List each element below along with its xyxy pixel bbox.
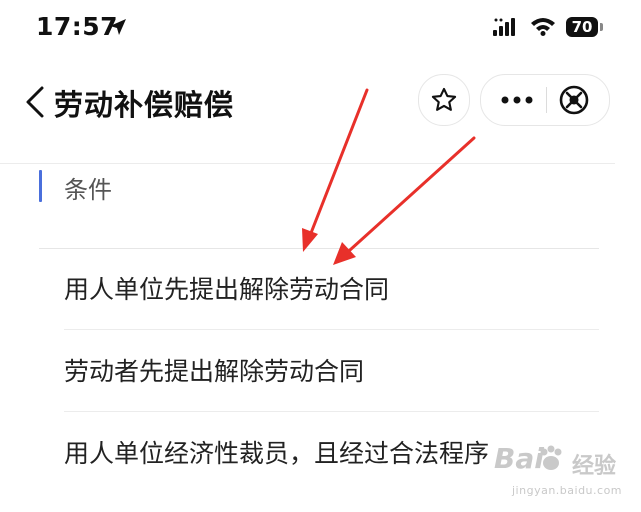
watermark-url: jingyan.baidu.com <box>512 484 623 497</box>
option-item-employee-terminates[interactable]: 劳动者先提出解除劳动合同 <box>64 352 494 392</box>
battery-level: 70 <box>571 18 593 36</box>
battery-indicator: 70 <box>566 17 598 37</box>
status-bar: 17:57 70 <box>0 0 641 60</box>
capsule-divider <box>546 87 547 113</box>
option-item-employer-terminates[interactable]: 用人单位先提出解除劳动合同 <box>64 270 494 310</box>
baidu-jingyan-watermark: Bai 经验 jingyan.baidu.com <box>488 438 628 508</box>
more-dots-icon <box>501 96 533 104</box>
location-arrow-icon <box>110 19 126 35</box>
section-divider <box>39 248 599 249</box>
nav-bar: 劳动补偿赔偿 <box>0 62 641 142</box>
header-divider <box>0 163 615 164</box>
close-circle-icon <box>559 85 589 115</box>
miniprogram-capsule <box>480 74 610 126</box>
cellular-signal-icon <box>493 18 515 36</box>
option-label: 劳动者先提出解除劳动合同 <box>64 357 365 386</box>
section-accent-bar <box>39 170 42 202</box>
back-button[interactable] <box>22 82 48 122</box>
chevron-left-icon <box>26 86 44 118</box>
close-button[interactable] <box>557 83 591 117</box>
page-title: 劳动补偿赔偿 <box>54 88 235 122</box>
favorite-button[interactable] <box>418 74 470 126</box>
annotation-arrow-2 <box>333 136 476 265</box>
option-divider <box>64 329 599 330</box>
more-button[interactable] <box>497 85 537 115</box>
watermark-suffix: 经验 <box>572 454 617 479</box>
section-title: 条件 <box>64 176 112 204</box>
battery-tip <box>600 23 603 31</box>
option-divider <box>64 411 599 412</box>
option-label: 用人单位先提出解除劳动合同 <box>64 275 390 304</box>
star-icon <box>431 87 457 111</box>
status-time: 17:57 <box>36 12 119 41</box>
option-label: 用人单位经济性裁员，且经过合法程序 <box>64 439 490 468</box>
option-item-economic-layoff[interactable]: 用人单位经济性裁员，且经过合法程序 <box>64 434 494 474</box>
wifi-icon <box>531 18 555 36</box>
watermark-brand: Bai <box>494 442 544 475</box>
